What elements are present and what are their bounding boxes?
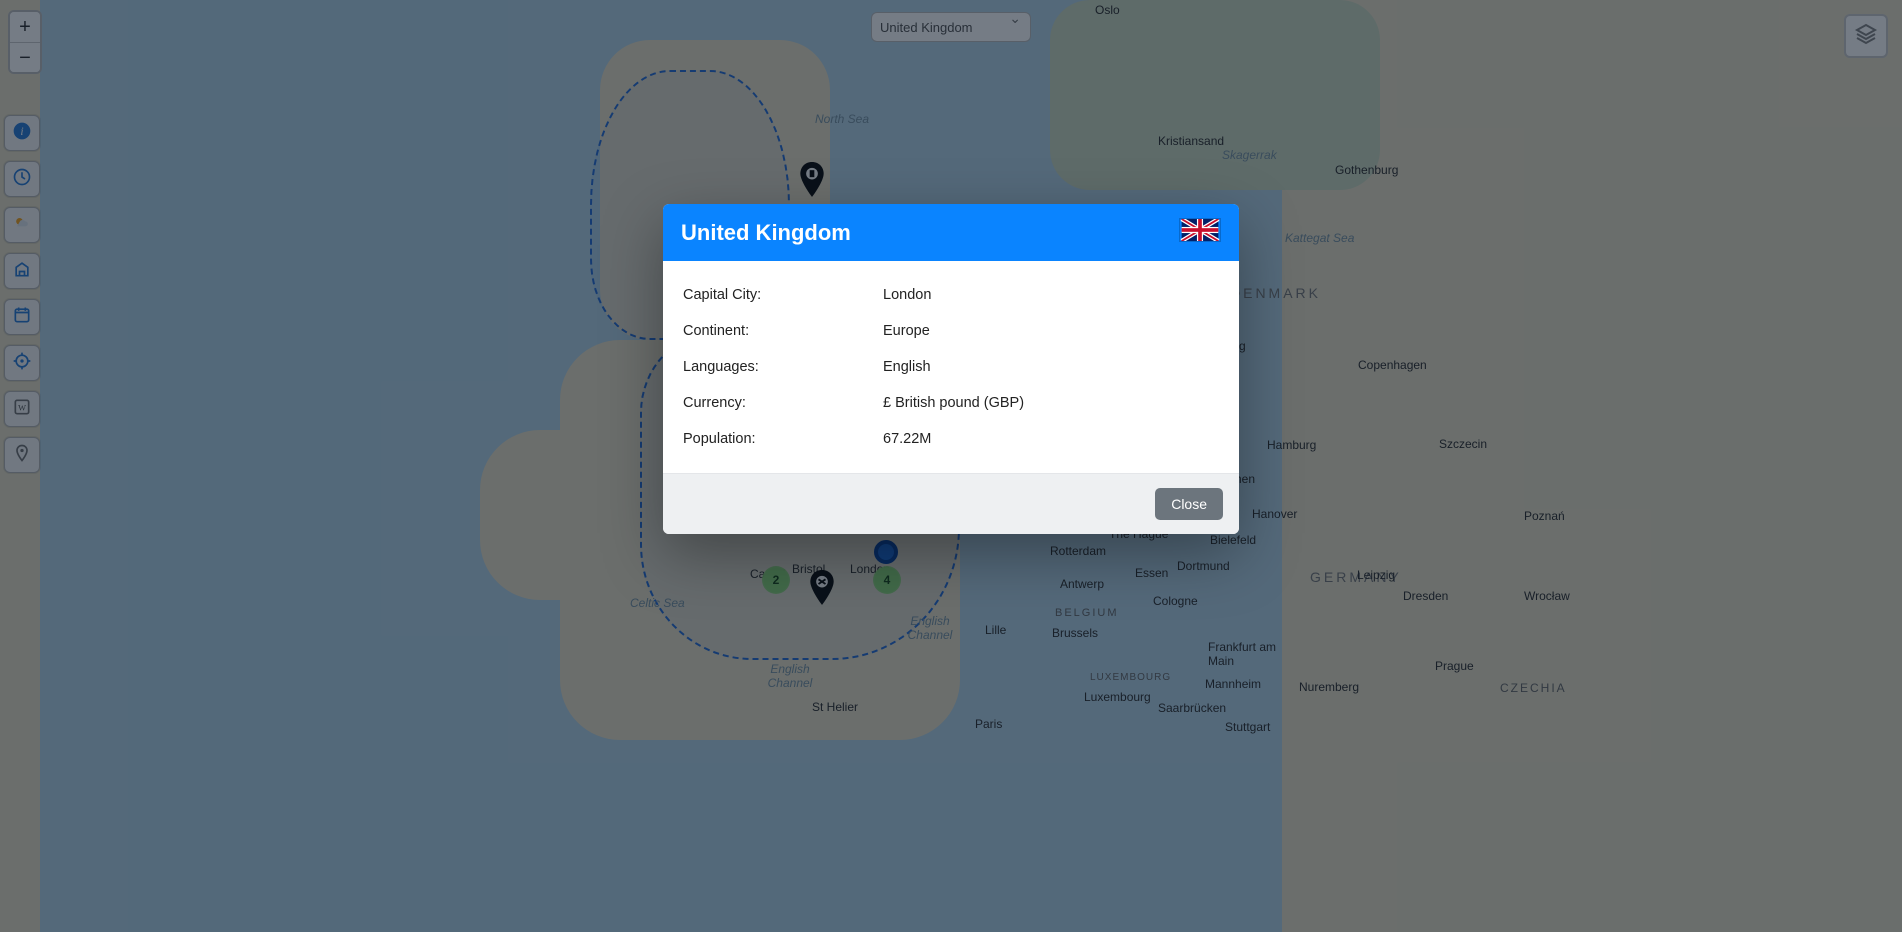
modal-footer: Close [663,473,1239,534]
info-row: Languages:English [679,349,1223,385]
info-value: London [883,287,1219,303]
info-value: Europe [883,323,1219,339]
info-row: Currency:£ British pound (GBP) [679,385,1223,421]
modal-body: Capital City:London Continent:Europe Lan… [663,261,1239,473]
info-row: Continent:Europe [679,313,1223,349]
info-label: Population: [683,431,883,447]
info-value: 67.22M [883,431,1219,447]
country-info-modal: United Kingdom Capital City:London Conti… [663,204,1239,534]
info-value: English [883,359,1219,375]
info-row: Population:67.22M [679,421,1223,457]
close-button[interactable]: Close [1155,488,1223,520]
info-value: £ British pound (GBP) [883,395,1219,411]
info-label: Currency: [683,395,883,411]
info-row: Capital City:London [679,277,1223,313]
flag-icon [1179,218,1221,247]
modal-header: United Kingdom [663,204,1239,261]
modal-title: United Kingdom [681,220,851,246]
info-label: Capital City: [683,287,883,303]
info-label: Continent: [683,323,883,339]
info-label: Languages: [683,359,883,375]
modal-overlay[interactable]: United Kingdom Capital City:London Conti… [0,0,1902,932]
